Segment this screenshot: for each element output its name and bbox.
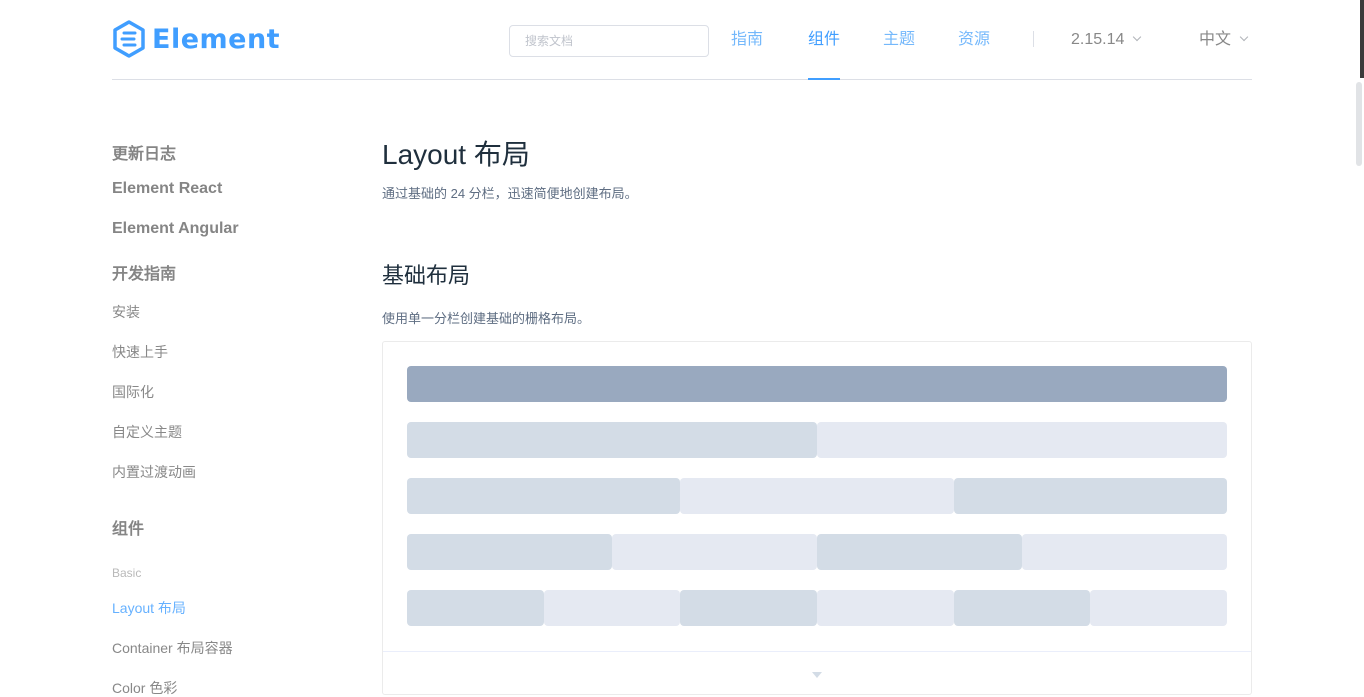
grid-col-span-6 [817, 534, 1022, 570]
nav-divider [1033, 31, 1034, 47]
sidebar-item-layout[interactable]: Layout 布局 [112, 598, 186, 618]
version-dropdown[interactable]: 2.15.14 [1071, 0, 1142, 80]
logo[interactable]: Element [112, 20, 280, 58]
grid-col-span-4 [680, 590, 817, 626]
sidebar-item-i18n[interactable]: 国际化 [112, 382, 154, 402]
grid-row [407, 590, 1227, 626]
demo-source [383, 342, 1251, 651]
sidebar-item-install[interactable]: 安装 [112, 302, 140, 322]
page: Element 指南 组件 主题 资源 2.15.14 中文 更新日志 Elem… [0, 0, 1364, 697]
language-dropdown[interactable]: 中文 [1199, 0, 1249, 80]
grid-row [407, 422, 1227, 458]
header: Element 指南 组件 主题 资源 2.15.14 中文 [112, 0, 1252, 80]
sidebar-item-quickstart[interactable]: 快速上手 [112, 342, 168, 362]
sidebar-item-transition[interactable]: 内置过渡动画 [112, 462, 196, 482]
caret-down-icon [812, 672, 822, 678]
element-logo-icon [113, 20, 145, 58]
grid-col-span-4 [407, 590, 544, 626]
nav-theme[interactable]: 主题 [883, 0, 915, 80]
grid-col-span-8 [407, 478, 681, 514]
scrollbar-thumb[interactable] [1356, 82, 1362, 166]
demo-toggle-code[interactable] [383, 651, 1251, 695]
grid-col-span-12 [817, 422, 1227, 458]
grid-col-span-4 [817, 590, 954, 626]
grid-col-span-12 [407, 422, 817, 458]
nav-guide[interactable]: 指南 [731, 0, 763, 80]
section-title: 基础布局 [382, 263, 471, 288]
nav-resource[interactable]: 资源 [958, 0, 990, 80]
chevron-down-icon [1239, 32, 1249, 42]
grid-col-span-4 [543, 590, 681, 626]
sidebar-group-components: 组件 [112, 521, 145, 538]
page-subtitle: 通过基础的 24 分栏，迅速简便地创建布局。 [382, 186, 638, 201]
sidebar-group-dev-guide: 开发指南 [112, 266, 177, 283]
grid-col-span-8 [953, 478, 1227, 514]
grid-col-span-8 [680, 478, 954, 514]
nav-component[interactable]: 组件 [808, 0, 841, 80]
sidebar-item-container[interactable]: Container 布局容器 [112, 638, 233, 658]
grid-col-span-24 [407, 366, 1227, 402]
logo-text: Element [152, 23, 281, 55]
demo-block [382, 341, 1252, 695]
sidebar-item-element-react[interactable]: Element React [112, 180, 222, 198]
grid-col-span-6 [1022, 534, 1227, 570]
grid-col-span-4 [953, 590, 1091, 626]
grid-col-span-6 [612, 534, 817, 570]
search-input[interactable] [509, 25, 709, 57]
section-description: 使用单一分栏创建基础的栅格布局。 [382, 311, 591, 326]
page-title: Layout 布局 [382, 139, 530, 170]
sidebar-item-custom-theme[interactable]: 自定义主题 [112, 422, 182, 442]
sidebar-item-changelog[interactable]: 更新日志 [112, 140, 176, 164]
grid-col-span-4 [1090, 590, 1227, 626]
sidebar-item-color[interactable]: Color 色彩 [112, 678, 177, 697]
scrollbar-edge [1360, 0, 1364, 78]
grid-col-span-6 [407, 534, 612, 570]
version-label: 2.15.14 [1071, 31, 1125, 48]
sidebar-category-basic: Basic [112, 566, 142, 580]
grid-row [407, 366, 1227, 402]
sidebar-item-element-angular[interactable]: Element Angular [112, 220, 239, 238]
grid-row [407, 478, 1227, 514]
chevron-down-icon [1133, 32, 1142, 42]
grid-row [407, 534, 1227, 570]
language-label: 中文 [1199, 31, 1232, 48]
